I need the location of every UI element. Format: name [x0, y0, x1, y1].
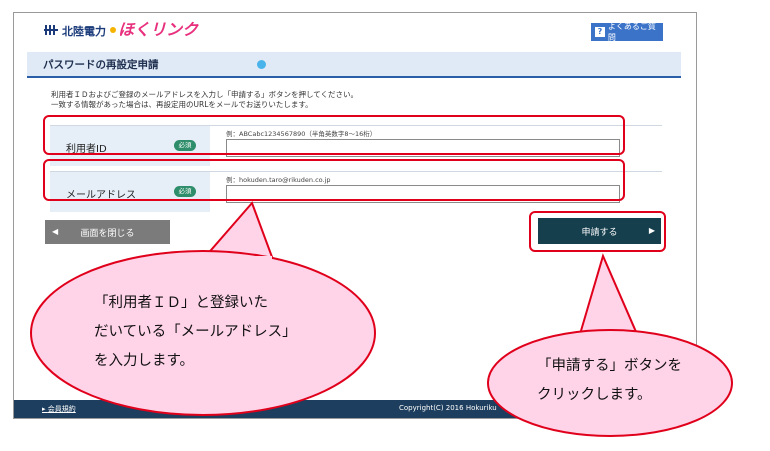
left-callout-bubble	[202, 201, 274, 258]
left-callout-text: 「利用者ＩＤ」と登録いた だいている「メールアドレス」 を入力します。	[94, 295, 297, 369]
right-callout-text: 「申請する」ボタンを クリックします。	[537, 358, 682, 403]
right-callout-bubble	[576, 253, 642, 342]
